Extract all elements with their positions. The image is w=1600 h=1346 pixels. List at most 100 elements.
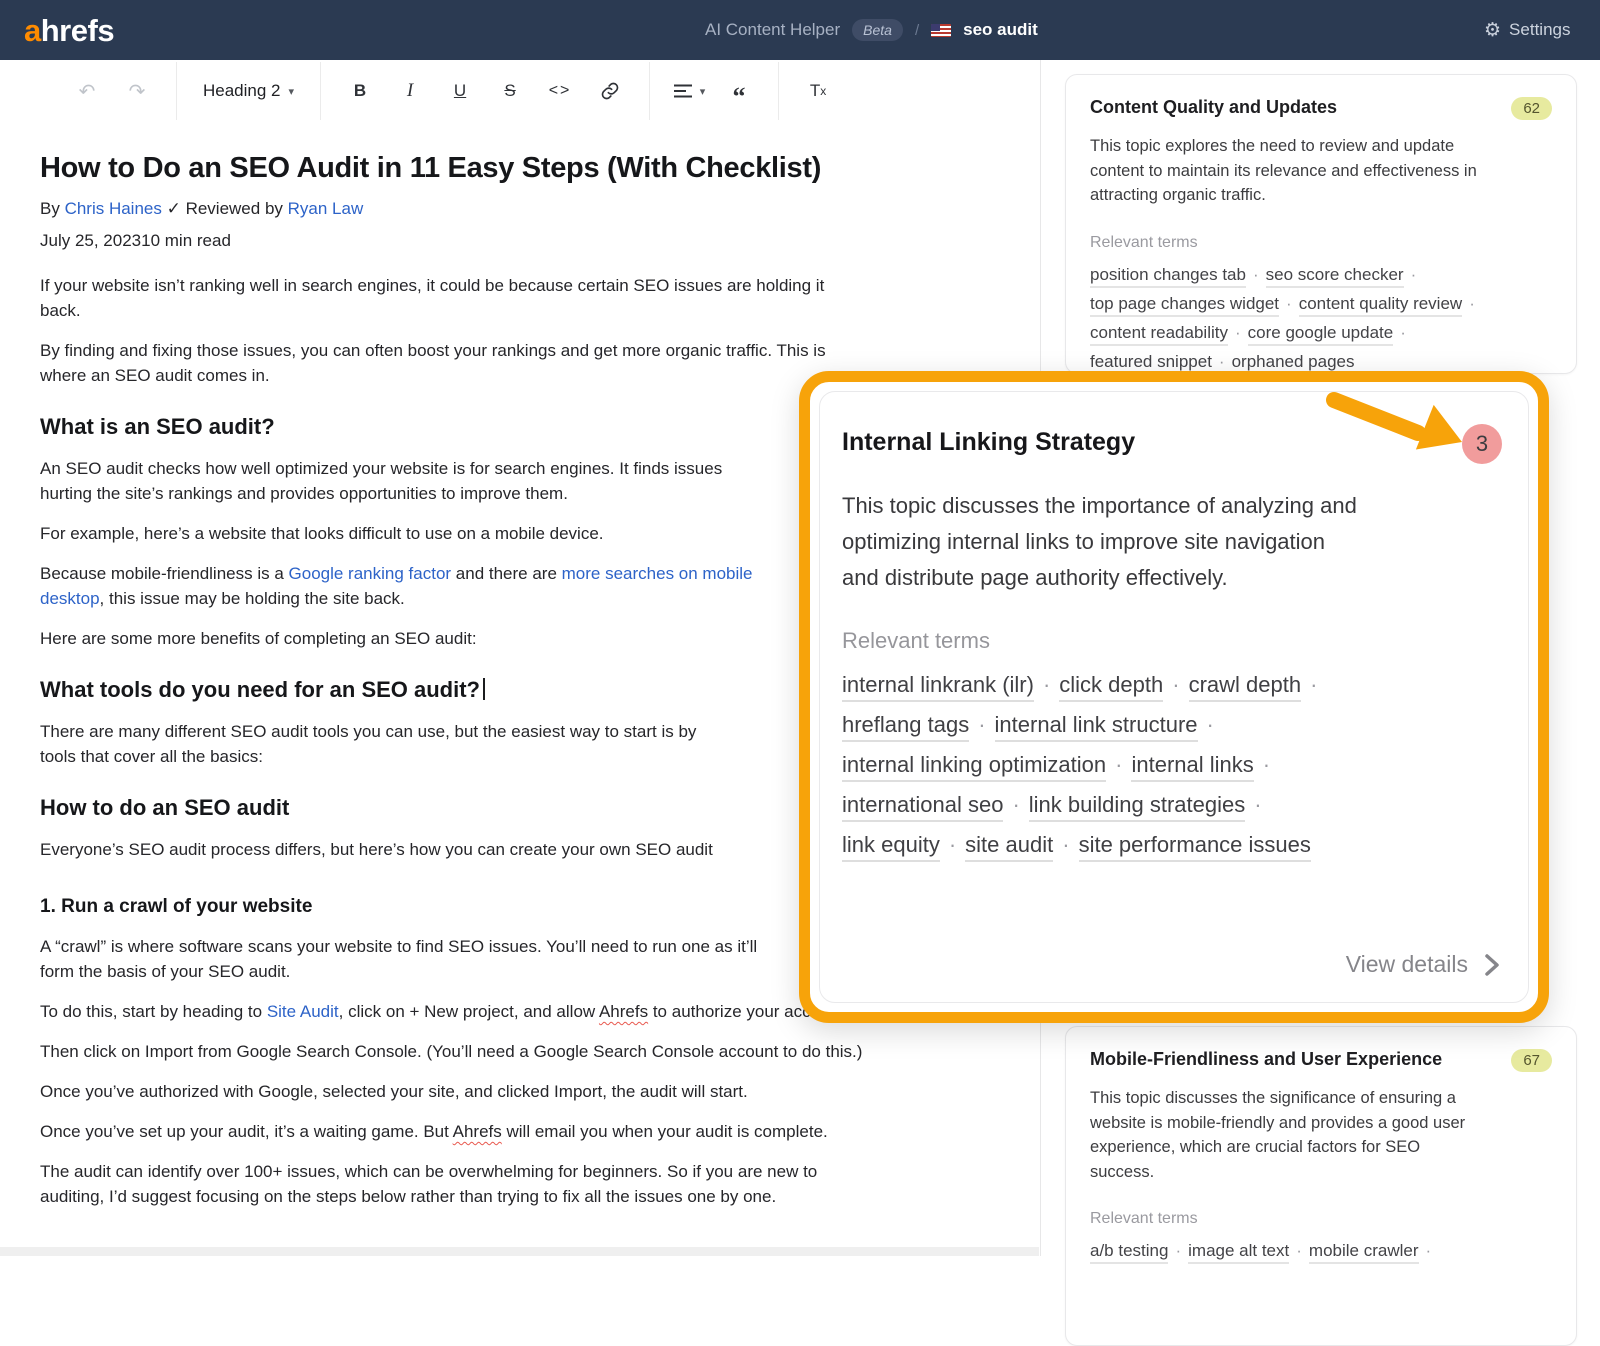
relevant-term[interactable]: internal linking optimization [842, 752, 1106, 782]
relevant-term[interactable]: site performance issues [1079, 832, 1311, 862]
relevant-term[interactable]: internal links [1131, 752, 1253, 782]
topic-card-header: Mobile-Friendliness and User Experience … [1090, 1049, 1552, 1072]
relevant-term[interactable]: content quality review [1299, 294, 1462, 317]
inline-link[interactable]: Chris Haines [65, 199, 162, 218]
text-run: Because mobile-friendliness is a [40, 564, 289, 583]
term-row: internal linking optimization·internal l… [842, 752, 1502, 778]
text-run: For example, here’s a website that looks… [40, 524, 604, 543]
bold-button[interactable]: B [335, 81, 385, 101]
text-run: , click on + New project, and allow [339, 1002, 599, 1021]
chevron-right-icon [1484, 952, 1500, 978]
inline-link[interactable]: more searches on mobile [562, 564, 753, 583]
text-run: How to Do an SEO Audit in 11 Easy Steps … [40, 152, 821, 184]
relevant-term[interactable]: position changes tab [1090, 265, 1246, 288]
underline-button[interactable]: U [435, 81, 485, 101]
relevant-term[interactable]: link building strategies [1029, 792, 1245, 822]
heading-style-dropdown[interactable]: Heading 2 ▾ [191, 81, 306, 101]
italic-button[interactable]: I [385, 80, 435, 102]
flag-canton [931, 24, 940, 31]
relevant-term[interactable]: mobile crawler [1309, 1241, 1419, 1264]
text-run: form the basis of your SEO audit. [40, 962, 290, 981]
relevant-terms-label: Relevant terms [1090, 234, 1552, 252]
inline-link[interactable]: Ryan Law [288, 199, 364, 218]
term-separator: · [1263, 752, 1270, 777]
term-row: hreflang tags·internal link structure· [842, 712, 1502, 738]
code-button[interactable]: <> [535, 82, 585, 100]
term-separator: · [949, 832, 956, 857]
relevant-term[interactable]: image alt text [1188, 1241, 1289, 1264]
relevant-term[interactable]: internal linkrank (ilr) [842, 672, 1034, 702]
align-dropdown-button[interactable]: ▾ [664, 83, 714, 99]
article-date: July 25, 202310 min read [40, 231, 980, 251]
term-separator: · [1175, 1241, 1181, 1260]
term-row: top page changes widget·content quality … [1090, 294, 1552, 314]
relevant-term[interactable]: content readability [1090, 323, 1228, 346]
settings-label: Settings [1509, 20, 1570, 40]
relevant-terms-list: position changes tab · seo score checker · t… [1090, 265, 1552, 372]
term-separator: · [1253, 265, 1259, 284]
app-title: AI Content Helper [705, 20, 840, 40]
article-h1: How to Do an SEO Audit in 11 Easy Steps … [40, 152, 980, 185]
relevant-term[interactable]: internal link structure [995, 712, 1198, 742]
beta-badge: Beta [852, 19, 903, 41]
relevant-term[interactable]: link equity [842, 832, 940, 862]
term-separator: · [1400, 323, 1406, 342]
term-separator: · [1219, 352, 1225, 371]
relevant-term[interactable]: top page changes widget [1090, 294, 1279, 317]
link-button[interactable] [585, 81, 635, 101]
topic-card[interactable]: Content Quality and Updates 62 This topi… [1065, 74, 1577, 374]
ahrefs-logo[interactable]: ahrefs [24, 13, 114, 49]
relevant-terms-list: internal linkrank (ilr) · click depth · craw… [842, 672, 1502, 858]
text-run: Once you’ve set up your audit, it’s a wa… [40, 1122, 453, 1141]
text-run: By finding and fixing those issues, you … [40, 341, 826, 360]
inline-link[interactable]: Site Audit [267, 1002, 339, 1021]
relevant-term[interactable]: international seo [842, 792, 1003, 822]
relevant-term[interactable]: site audit [965, 832, 1053, 862]
relevant-term[interactable]: crawl depth [1189, 672, 1302, 702]
inline-link[interactable]: desktop [40, 589, 100, 608]
article-p: Once you’ve set up your audit, it’s a wa… [40, 1119, 980, 1144]
clear-format-x: x [820, 84, 826, 98]
term-row: a/b testing·image alt text·mobile crawle… [1090, 1241, 1552, 1261]
article-p: Then click on Import from Google Search … [40, 1039, 980, 1064]
project-name[interactable]: seo audit [963, 20, 1038, 40]
term-separator: · [1310, 672, 1317, 697]
relevant-term[interactable]: a/b testing [1090, 1241, 1168, 1264]
horizontal-scrollbar[interactable] [0, 1247, 1039, 1256]
align-left-icon [673, 83, 693, 99]
relevant-term[interactable]: seo score checker [1266, 265, 1404, 288]
text-run: Ahrefs [599, 1002, 648, 1021]
inline-link[interactable]: Google ranking factor [289, 564, 452, 583]
view-details-button[interactable]: View details [1346, 951, 1500, 978]
term-row: link equity·site audit·site performance … [842, 832, 1502, 858]
relevant-term[interactable]: core google update [1248, 323, 1394, 346]
toolbar-divider [778, 62, 779, 120]
term-separator: · [1411, 265, 1417, 284]
redo-button[interactable]: ↷ [112, 79, 162, 104]
topic-card[interactable]: Mobile-Friendliness and User Experience … [1065, 1026, 1577, 1346]
text-run: What is an SEO audit? [40, 414, 275, 439]
us-flag-icon [931, 24, 951, 37]
text-run: will email you when your audit is comple… [502, 1122, 828, 1141]
strikethrough-button[interactable]: S [485, 81, 535, 101]
settings-button[interactable]: ⚙ Settings [1484, 0, 1570, 60]
clear-formatting-button[interactable]: Tx [793, 81, 843, 101]
blockquote-button[interactable]: “ [714, 80, 764, 102]
term-separator: · [1062, 832, 1069, 857]
relevant-terms-list: a/b testing·image alt text·mobile crawle… [1090, 1241, 1552, 1261]
topic-score-badge: 62 [1511, 97, 1552, 120]
relevant-term[interactable]: click depth [1059, 672, 1163, 702]
link-icon [600, 81, 620, 101]
logo-accent-letter: a [24, 13, 41, 48]
heading-style-label: Heading 2 [203, 81, 281, 101]
undo-button[interactable]: ↶ [62, 79, 112, 104]
relevant-term[interactable]: hreflang tags [842, 712, 969, 742]
text-run: 1. Run a crawl of your website [40, 896, 312, 917]
text-run: Ahrefs [453, 1122, 502, 1141]
term-row: international seo·link building strategi… [842, 792, 1502, 818]
view-details-label: View details [1346, 951, 1468, 978]
term-row: internal linkrank (ilr)·click depth·craw… [842, 672, 1502, 698]
topic-description: This topic discusses the significance of… [1090, 1086, 1552, 1184]
highlighted-topic-card[interactable]: Internal Linking Strategy 3 This topic d… [799, 371, 1549, 1023]
text-run: where an SEO audit comes in. [40, 366, 270, 385]
